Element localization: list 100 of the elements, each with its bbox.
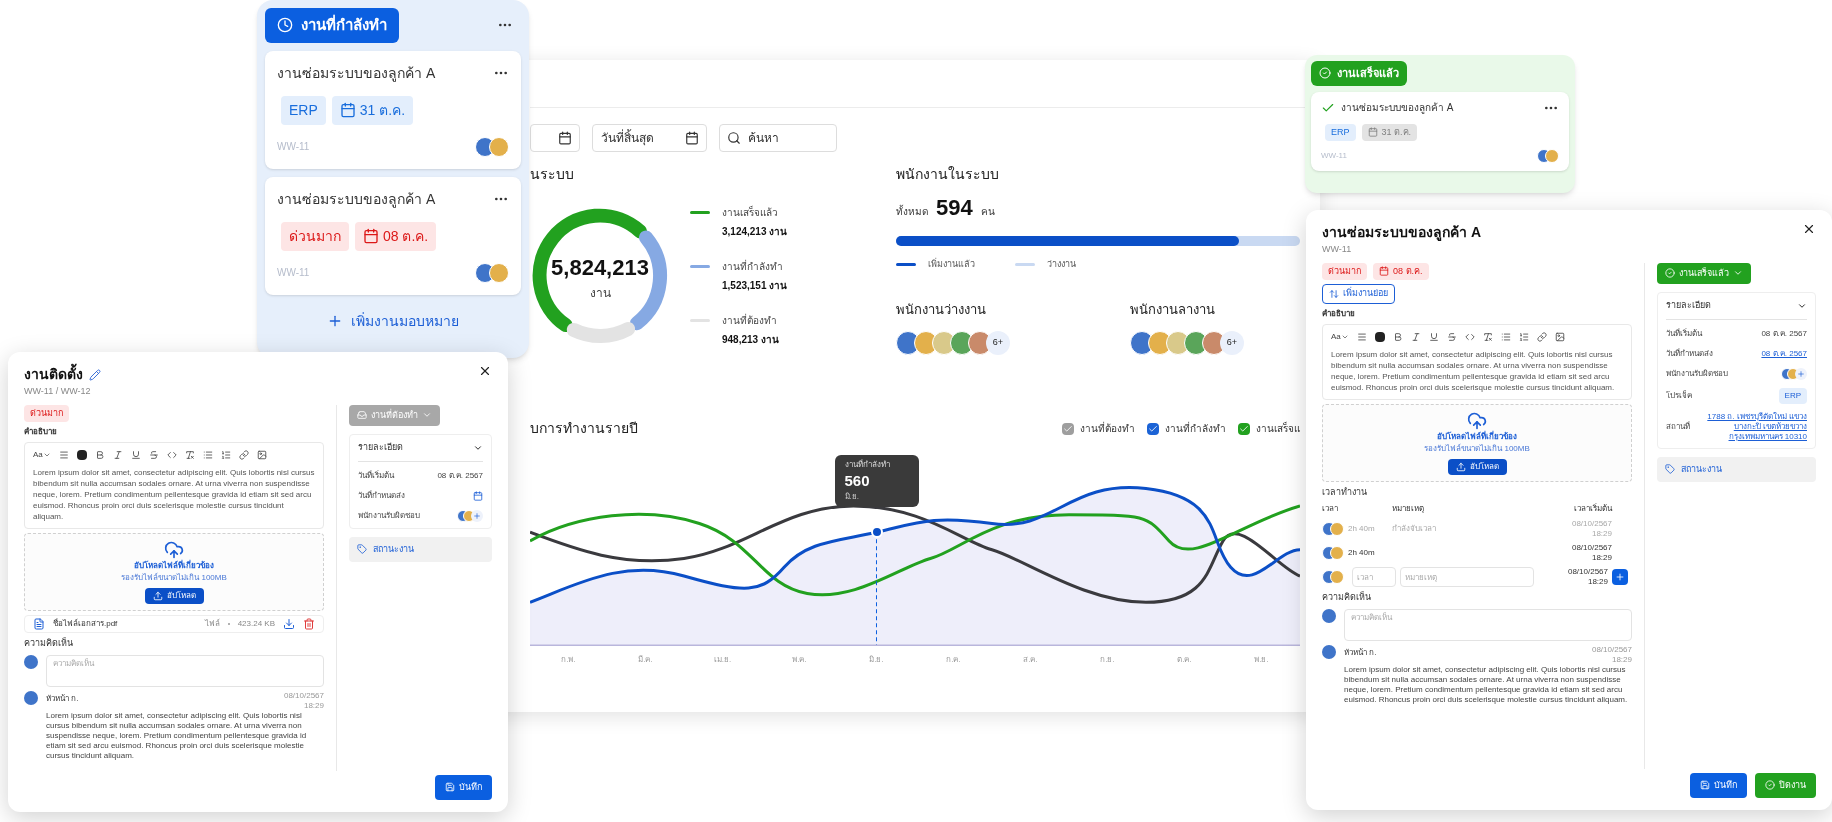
detail-label: วันที่กำหนดส่ง xyxy=(358,489,405,502)
upload-title: อัปโหลดไฟล์ที่เกี่ยวข้อง xyxy=(134,560,214,572)
search-field[interactable]: ค้นหา xyxy=(719,124,837,152)
add-subtask-button[interactable]: เพิ่มงานย่อย xyxy=(1322,284,1395,304)
italic-icon[interactable] xyxy=(112,450,123,460)
delete-icon[interactable] xyxy=(303,618,315,630)
status-tag-button[interactable]: สถานะงาน xyxy=(1657,456,1816,482)
axis-label: มิ.ย. xyxy=(868,654,885,666)
comment-input[interactable]: ความคิดเห็น xyxy=(46,654,324,687)
count-unit: คน xyxy=(980,205,995,219)
calendar-icon[interactable] xyxy=(473,490,483,501)
upload-icon xyxy=(152,591,163,601)
dialog-title: งานซ่อมระบบของลูกค้า A xyxy=(1322,223,1481,243)
save-button[interactable]: บันทึก xyxy=(435,774,492,800)
strikethrough-icon[interactable] xyxy=(1446,331,1457,342)
strikethrough-icon[interactable] xyxy=(148,450,159,460)
comment-author: หัวหน้า ก. xyxy=(1344,646,1377,659)
bold-icon[interactable] xyxy=(94,450,105,460)
numbered-list-icon[interactable] xyxy=(220,450,231,460)
add-assignee-icon[interactable] xyxy=(471,509,483,522)
avatar xyxy=(489,136,509,157)
numbered-list-icon[interactable] xyxy=(1518,331,1529,342)
underline-icon[interactable] xyxy=(1428,331,1439,342)
color-swatch[interactable] xyxy=(1374,331,1385,342)
tag: ด่วนมาก xyxy=(24,404,69,422)
log-time: 18:29 xyxy=(1587,577,1608,587)
add-assignee-icon[interactable] xyxy=(1795,367,1807,380)
close-icon[interactable] xyxy=(478,364,492,378)
axis-label: ส.ค. xyxy=(1022,654,1039,666)
font-size-dropdown[interactable]: Aa xyxy=(33,449,51,461)
image-icon[interactable] xyxy=(1554,331,1565,342)
inbox-icon xyxy=(357,410,367,421)
section-label: ความคิดเห็น xyxy=(1322,591,1372,604)
add-button[interactable] xyxy=(1612,569,1628,585)
status-dropdown[interactable]: งานเสร็จแล้ว xyxy=(1657,262,1751,284)
code-icon[interactable] xyxy=(166,450,177,460)
calendar-icon xyxy=(1367,127,1378,138)
calendar-icon xyxy=(1379,266,1389,277)
clear-format-icon[interactable] xyxy=(1482,331,1493,342)
detail-label: โปรเจ็ค xyxy=(1666,389,1692,402)
task-code: WW-11 xyxy=(1322,243,1353,256)
date-field[interactable] xyxy=(530,124,580,152)
cloud-upload-icon xyxy=(1467,410,1487,431)
checkbox[interactable] xyxy=(1238,422,1250,435)
code-icon[interactable] xyxy=(1464,331,1475,342)
column-header-button[interactable]: งานที่กำลังทำ xyxy=(265,8,399,43)
link-icon[interactable] xyxy=(1536,331,1547,342)
task-card[interactable]: งานซ่อมระบบของลูกค้า A ERP 31 ต.ค. WW-11 xyxy=(265,50,521,169)
detail-link[interactable]: 08 ต.ค. 2567 xyxy=(1761,348,1807,359)
detail-link[interactable]: 1788 ถ. เพชรบุรีตัดใหม่ แขวงบางกะปิ เขตห้วยขวาง กรุงเทพมหานคร 10310 xyxy=(1697,411,1807,442)
tag: ด่วนมาก xyxy=(281,221,349,251)
detail-value: 08 ต.ค. 2567 xyxy=(437,469,483,482)
close-task-button[interactable]: ปิดงาน xyxy=(1755,772,1816,798)
calendar-icon xyxy=(685,131,699,145)
legend-value: 948,213 งาน xyxy=(722,333,779,347)
clear-format-icon[interactable] xyxy=(184,450,195,460)
save-button[interactable]: บันทึก xyxy=(1690,772,1747,798)
detail-label: สถานที่ xyxy=(1666,420,1690,433)
checkbox[interactable] xyxy=(1062,422,1074,435)
note-input[interactable]: หมายเหตุ xyxy=(1400,567,1534,587)
task-card[interactable]: งานซ่อมระบบของลูกค้า A ด่วนมาก 08 ต.ค. WW-11 xyxy=(265,176,521,295)
section-label: คำอธิบาย xyxy=(24,426,58,438)
checkbox[interactable] xyxy=(1147,422,1159,435)
avatar xyxy=(489,262,509,283)
bold-icon[interactable] xyxy=(1392,331,1403,342)
legend-label: งานที่กำลังทำ xyxy=(1165,421,1226,436)
axis-label: ก.ย. xyxy=(1099,654,1116,666)
column-header: เวลา xyxy=(1322,503,1339,515)
edit-icon[interactable] xyxy=(89,368,101,381)
date-tag: 31 ต.ค. xyxy=(331,95,414,125)
font-size-dropdown[interactable]: Aa xyxy=(1331,330,1349,343)
tag-icon xyxy=(1665,464,1675,475)
column-header-button[interactable]: งานเสร็จแล้ว xyxy=(1311,61,1407,86)
task-card[interactable]: งานซ่อมระบบของลูกค้า A ERP 31 ต.ค. WW-11 xyxy=(1311,91,1569,171)
image-icon[interactable] xyxy=(256,450,267,460)
time-input[interactable]: เวลา xyxy=(1352,567,1396,587)
italic-icon[interactable] xyxy=(1410,331,1421,342)
color-swatch[interactable] xyxy=(76,450,87,460)
detail-label: พนักงานรับผิดชอบ xyxy=(1666,367,1728,380)
underline-icon[interactable] xyxy=(130,450,141,460)
upload-hint: รองรับไฟล์ขนาดไม่เกิน 100MB xyxy=(1424,442,1530,455)
comment-date: 08/10/2567 xyxy=(1591,644,1632,655)
legend-label: งานเสร็จแ xyxy=(1256,421,1300,436)
date-field[interactable]: วันที่สิ้นสุด xyxy=(592,124,707,152)
details-title: รายละเอียด xyxy=(358,441,403,454)
section-title: นระบบ xyxy=(530,165,575,184)
upload-button[interactable]: อัปโหลด xyxy=(144,588,204,604)
close-icon[interactable] xyxy=(1802,222,1816,236)
cloud-upload-icon xyxy=(164,540,184,560)
date-tag: 08 ต.ค. xyxy=(355,221,437,251)
upload-button[interactable]: อัปโหลด xyxy=(1447,458,1507,475)
add-task-link[interactable]: เพิ่มงานมอบหมาย xyxy=(265,310,521,332)
task-title: งานซ่อมระบบของลูกค้า A xyxy=(277,189,436,210)
link-icon[interactable] xyxy=(238,450,249,460)
comment-input[interactable]: ความคิดเห็น xyxy=(1344,608,1632,641)
task-title: งานซ่อมระบบของลูกค้า A xyxy=(277,63,436,84)
tag: ERP xyxy=(281,95,326,125)
download-icon[interactable] xyxy=(283,618,295,630)
file-name: ชื่อไฟล์เอกสาร.pdf xyxy=(53,618,119,630)
status-tag-button[interactable]: สถานะงาน xyxy=(349,536,492,562)
